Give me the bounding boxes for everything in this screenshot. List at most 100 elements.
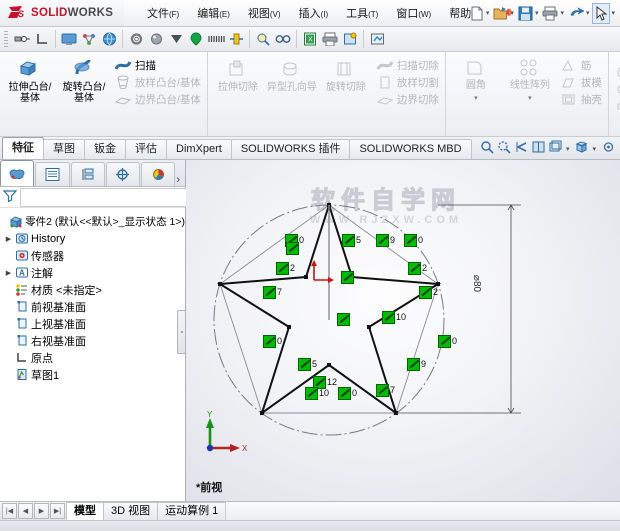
dimension-icon[interactable] [226,29,246,49]
revolve-boss-button[interactable]: 旋转凸台/基体 [57,55,111,106]
filter-icon[interactable] [3,189,17,205]
undo-caret[interactable]: ▾ [586,9,590,17]
sketch-relation-marker[interactable]: 0 [338,387,357,400]
lights-icon[interactable] [186,29,206,49]
solidworks-logo[interactable]: S SOLIDWORKS [0,0,124,26]
select-arrow-icon[interactable] [592,3,610,24]
print3d-icon[interactable] [320,29,340,49]
save-icon[interactable] [517,4,534,23]
zoom-icon[interactable] [253,29,273,49]
open-document-icon[interactable] [492,4,509,23]
tree-expander-history[interactable]: ▶ [3,235,14,243]
sketch-relation-marker[interactable]: 7 [376,384,395,397]
measure-icon[interactable] [32,29,52,49]
nav-next-button[interactable]: ▶ [34,503,49,519]
sketch-relation-marker[interactable]: 5 [298,358,317,371]
sketch-relation-marker[interactable]: 9 [407,358,426,371]
display-style-icon-2[interactable] [574,140,589,157]
print-icon[interactable] [541,4,559,23]
panel-expand-chevron[interactable]: › [176,174,180,186]
sketch-relation-marker[interactable]: 0 [404,234,423,247]
tree-item-material[interactable]: 材质 <未指定> [3,281,185,298]
nav-prev-button[interactable]: ◀ [18,503,33,519]
linear-pattern-button[interactable]: 线性阵列 [503,55,557,93]
sketch-relation-marker[interactable]: 7 [263,286,282,299]
hide-show-icon[interactable] [601,140,616,157]
new-document-caret[interactable]: ▾ [486,9,490,17]
wrap-button[interactable]: 包覆 [612,64,620,81]
tree-item-front-plane[interactable]: 前视基准面 [3,298,185,315]
options-gear-icon[interactable] [126,29,146,49]
revolve-cut-button[interactable]: 旋转切除 [319,55,373,95]
nav-last-button[interactable]: ▶| [50,503,65,519]
sweep-button[interactable]: 扫描 [111,57,204,74]
display-style-icon[interactable] [59,29,79,49]
bottom-tab-model[interactable]: 模型 [66,502,104,520]
sketch-relation-marker[interactable]: 0 [438,335,457,348]
sketch-relation-marker[interactable]: 0 [263,335,282,348]
sketch-relation-marker[interactable]: 9 [376,234,395,247]
sketch-relation-marker[interactable]: 10 [382,311,406,324]
display-style-caret[interactable]: ▾ [592,145,596,153]
configuration-manager-tab[interactable] [71,162,105,186]
sweep-cut-button[interactable]: 扫描切除 [373,57,442,74]
excel-icon[interactable]: X [300,29,320,49]
section-view-icon[interactable] [12,29,32,49]
feature-manager-tab[interactable] [0,160,34,186]
tab-mbd[interactable]: SOLIDWORKS MBD [349,139,471,159]
bottom-tab-3dviews[interactable]: 3D 视图 [103,502,158,520]
dimxpert-manager-tab[interactable] [106,162,140,186]
tab-sketch[interactable]: 草图 [43,139,85,159]
hole-wizard-button[interactable]: 异型孔向导 [265,55,319,95]
sketch-relation-marker[interactable] [286,242,299,255]
view-orientation-caret[interactable]: ▾ [566,145,570,153]
fillet-caret[interactable]: ▾ [474,94,478,102]
globe-icon[interactable] [99,29,119,49]
print-caret[interactable]: ▾ [560,9,564,17]
linear-pattern-caret[interactable]: ▾ [528,94,532,102]
graphics-area[interactable]: 软件自学网 WWW.RJZXW.COM [186,160,620,501]
loft-button[interactable]: 放样凸台/基体 [111,74,204,91]
view-orientation-icon[interactable] [79,29,99,49]
view-orientation-icon-2[interactable] [548,140,563,157]
menu-insert[interactable]: 插入(I) [290,1,338,25]
boundary-boss-button[interactable]: 边界凸台/基体 [111,91,204,108]
tree-item-top-plane[interactable]: 上视基准面 [3,315,185,332]
tab-evaluate[interactable]: 评估 [125,139,167,159]
tree-item-annotations[interactable]: ▶ A 注解 [3,264,185,281]
tree-item-sensors[interactable]: 传感器 [3,247,185,264]
tree-item-right-plane[interactable]: 右视基准面 [3,332,185,349]
tree-filter-input[interactable] [20,188,203,207]
sketch-relation-marker[interactable]: 10 [305,387,329,400]
intersect-button[interactable]: 相交 [612,81,620,98]
panel-splitter-handle[interactable] [177,310,186,354]
capture-icon[interactable] [340,29,360,49]
zoom-to-fit-icon[interactable] [480,140,495,157]
toolbar-grip[interactable] [4,31,8,47]
tree-item-origin[interactable]: 原点 [3,349,185,366]
appearance-sphere-icon[interactable] [146,29,166,49]
sketch-relation-marker[interactable] [337,313,350,326]
shell-button[interactable]: 抽壳 [557,91,605,108]
rebuild-icon[interactable] [367,29,387,49]
tab-addins[interactable]: SOLIDWORKS 插件 [231,139,351,159]
menu-view[interactable]: 视图(V) [239,1,290,25]
ruler-icon[interactable] [206,29,226,49]
diameter-dimension-label[interactable]: ⌀80 [471,275,482,292]
section-view-icon-2[interactable] [531,140,546,157]
tab-features[interactable]: 特征 [2,137,44,159]
menu-edit[interactable]: 编辑(E) [188,1,239,25]
rib-button[interactable]: 筋 [557,57,605,74]
nav-first-button[interactable]: |◀ [2,503,17,519]
sketch-relation-marker[interactable]: 2 [419,286,438,299]
tree-item-part[interactable]: 零件2 (默认<<默认>_显示状态 1>) [3,213,185,230]
tab-dimxpert[interactable]: DimXpert [166,139,232,159]
display-manager-tab[interactable] [141,162,175,186]
property-manager-tab[interactable] [35,162,69,186]
undo-icon[interactable] [567,4,585,23]
tab-sheetmetal[interactable]: 钣金 [84,139,126,159]
previous-view-icon[interactable] [514,140,529,157]
search-icon[interactable] [273,29,293,49]
menu-file[interactable]: 文件(F) [138,1,188,25]
loft-cut-button[interactable]: 放样切割 [373,74,442,91]
